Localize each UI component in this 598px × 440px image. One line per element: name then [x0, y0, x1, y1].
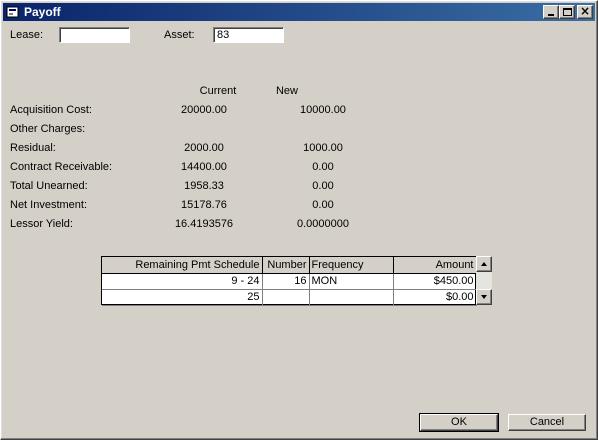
- current-value: 14400.00: [181, 161, 227, 173]
- row-label: Total Unearned:: [10, 180, 88, 192]
- number-cell[interactable]: 16: [262, 273, 310, 290]
- grid-header-row: Remaining Pmt Schedule Number Frequency …: [102, 257, 477, 274]
- new-value: 0.00: [312, 161, 334, 173]
- table-row[interactable]: 9 - 24 16 MON $450.00: [102, 273, 477, 290]
- row-label: Acquisition Cost:: [10, 104, 92, 116]
- number-cell[interactable]: [262, 289, 310, 306]
- new-value: 1000.00: [303, 142, 343, 154]
- schedule-cell[interactable]: 25: [102, 289, 263, 306]
- payoff-window: Payoff × Lease: Asset: Current New Acqui…: [0, 0, 598, 440]
- ok-button[interactable]: OK: [419, 413, 499, 432]
- asset-input[interactable]: [213, 27, 284, 43]
- table-row[interactable]: 25 $0.00: [102, 289, 477, 306]
- frequency-cell[interactable]: [309, 289, 394, 306]
- current-value: 20000.00: [181, 104, 227, 116]
- payoff-app-icon: [6, 5, 20, 19]
- current-value: 2000.00: [184, 142, 224, 154]
- amount-cell[interactable]: $450.00: [393, 273, 477, 290]
- column-header-schedule[interactable]: Remaining Pmt Schedule: [102, 257, 263, 274]
- title-bar[interactable]: Payoff ×: [3, 3, 595, 21]
- grid-vertical-scrollbar[interactable]: [476, 256, 492, 305]
- new-value: 0.0000000: [297, 218, 349, 230]
- new-value: 0.00: [312, 180, 334, 192]
- payment-schedule-grid: Remaining Pmt Schedule Number Frequency …: [101, 256, 477, 306]
- lease-label: Lease:: [10, 29, 44, 41]
- close-icon: ×: [579, 4, 591, 18]
- current-value: 16.4193576: [174, 218, 234, 230]
- new-column-header: New: [275, 85, 298, 97]
- asset-label: Asset:: [164, 29, 195, 41]
- minimize-icon: [548, 14, 554, 16]
- row-label: Net Investment:: [10, 199, 88, 211]
- new-value: 0.00: [312, 199, 334, 211]
- schedule-cell[interactable]: 9 - 24: [102, 273, 263, 290]
- window-title: Payoff: [24, 5, 61, 19]
- column-header-frequency[interactable]: Frequency: [309, 257, 394, 274]
- current-value: 15178.76: [181, 199, 227, 211]
- amount-cell[interactable]: $0.00: [393, 289, 477, 306]
- close-button[interactable]: ×: [577, 4, 593, 19]
- column-header-amount[interactable]: Amount: [393, 257, 477, 274]
- column-header-number[interactable]: Number: [262, 257, 310, 274]
- arrow-down-icon: [481, 295, 487, 299]
- arrow-up-icon: [481, 262, 487, 266]
- new-value: 10000.00: [300, 104, 346, 116]
- row-label: Contract Receivable:: [10, 161, 113, 173]
- row-label: Residual:: [10, 142, 56, 154]
- lease-input[interactable]: [59, 27, 130, 43]
- cancel-button[interactable]: Cancel: [508, 414, 586, 431]
- maximize-icon: [563, 8, 572, 16]
- row-label: Lessor Yield:: [10, 218, 73, 230]
- current-value: 1958.33: [184, 180, 224, 192]
- scroll-down-button[interactable]: [476, 289, 492, 305]
- scroll-up-button[interactable]: [476, 256, 492, 272]
- minimize-button[interactable]: [543, 5, 559, 19]
- maximize-button[interactable]: [559, 5, 575, 19]
- row-label: Other Charges:: [10, 123, 86, 135]
- frequency-cell[interactable]: MON: [309, 273, 394, 290]
